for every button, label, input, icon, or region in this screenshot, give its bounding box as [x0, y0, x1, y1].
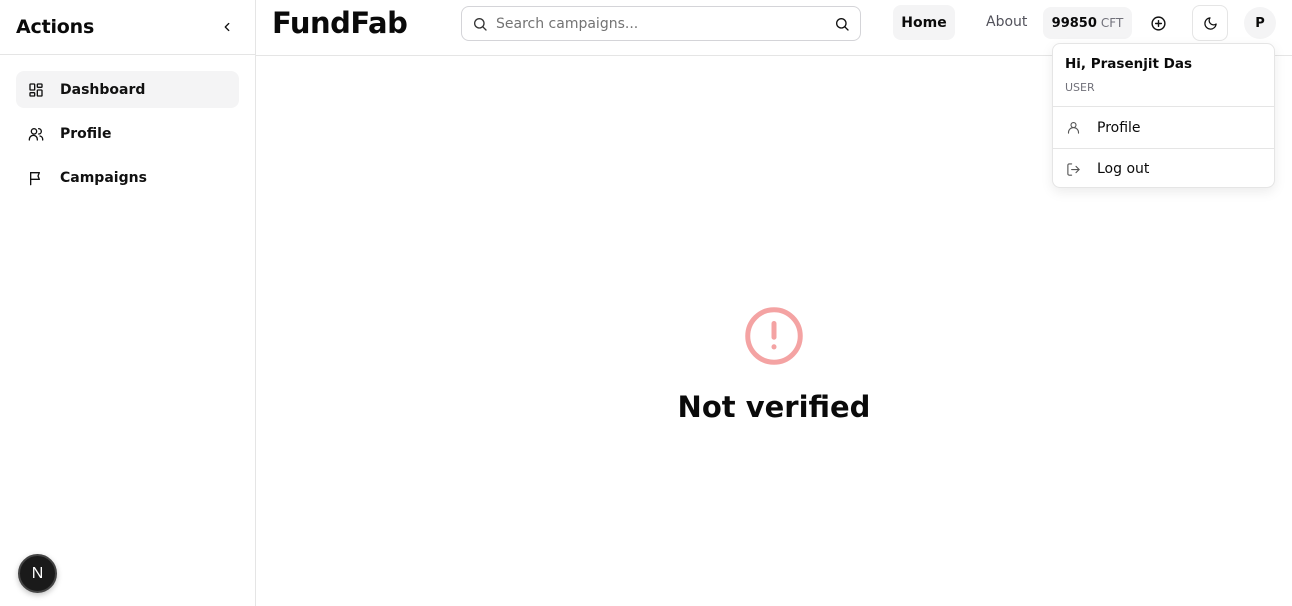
sidebar-item-label: Campaigns: [60, 169, 147, 186]
status-title: Not verified: [677, 390, 871, 424]
about-nav-link[interactable]: About: [986, 14, 1027, 30]
sidebar-item-label: Dashboard: [60, 81, 146, 98]
moon-icon: [1203, 16, 1217, 30]
home-nav-button[interactable]: Home: [893, 5, 955, 40]
sidebar-title: Actions: [16, 16, 95, 38]
sidebar-item-profile[interactable]: Profile: [16, 115, 239, 152]
alert-circle-icon: [745, 307, 803, 365]
app-root: Actions Dashboard Profile Campaigns N Fu…: [0, 0, 1292, 606]
search-icon: [474, 17, 487, 31]
menu-item-label: Profile: [1097, 119, 1141, 136]
balance-amount: 99850: [1051, 15, 1097, 31]
badge-letter: N: [31, 564, 44, 582]
menu-item-profile[interactable]: Profile: [1053, 107, 1274, 148]
user-menu-dropdown: Hi, Prasenjit Das USER Profile Log out: [1052, 43, 1275, 188]
sidebar-header: Actions: [0, 0, 255, 55]
sidebar-item-dashboard[interactable]: Dashboard: [16, 71, 239, 108]
balance-unit: CFT: [1100, 16, 1124, 30]
flag-icon: [28, 170, 44, 186]
sidebar-item-campaigns[interactable]: Campaigns: [16, 159, 239, 196]
user-role: USER: [1065, 81, 1095, 94]
menu-item-logout[interactable]: Log out: [1053, 148, 1274, 189]
users-icon: [28, 126, 44, 142]
search-input[interactable]: [496, 15, 834, 32]
collapse-sidebar-button[interactable]: [215, 15, 239, 39]
sidebar-item-label: Profile: [60, 125, 112, 142]
plus-circle-icon: [1150, 15, 1166, 31]
user-avatar-button[interactable]: P: [1244, 7, 1276, 39]
brand-logo[interactable]: FundFab: [272, 6, 408, 40]
search-bar: [461, 6, 861, 41]
dashboard-icon: [28, 82, 44, 98]
theme-toggle-button[interactable]: [1192, 5, 1228, 41]
sidebar: Actions Dashboard Profile Campaigns N: [0, 0, 256, 606]
logout-icon: [1065, 161, 1081, 177]
sidebar-nav: Dashboard Profile Campaigns: [0, 55, 255, 219]
user-menu-header: Hi, Prasenjit Das USER: [1053, 44, 1274, 107]
verification-notice: Not verified: [256, 306, 1292, 424]
chevron-left-icon: [224, 22, 230, 32]
menu-item-label: Log out: [1097, 161, 1150, 177]
add-campaign-button[interactable]: [1146, 11, 1170, 35]
user-icon: [1065, 120, 1081, 136]
search-submit-icon[interactable]: [834, 16, 850, 32]
avatar-initial: P: [1255, 15, 1265, 31]
dev-tools-badge[interactable]: N: [18, 554, 57, 593]
user-greeting: Hi, Prasenjit Das: [1065, 56, 1192, 72]
token-balance: 99850 CFT: [1043, 7, 1132, 39]
